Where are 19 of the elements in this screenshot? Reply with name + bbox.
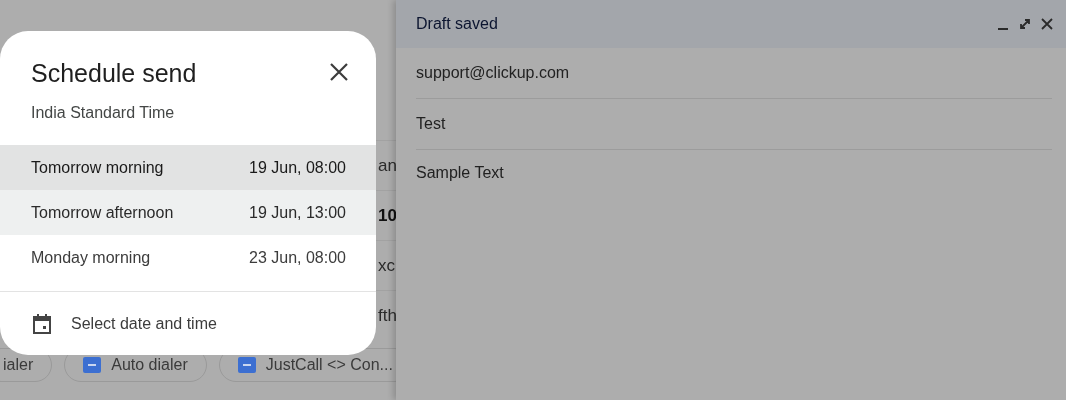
schedule-option[interactable]: Tomorrow morning 19 Jun, 08:00: [0, 145, 376, 190]
subject-field[interactable]: Test: [416, 115, 446, 133]
document-icon: [237, 357, 256, 373]
schedule-option[interactable]: Monday morning 23 Jun, 08:00: [0, 235, 376, 280]
email-snippet: xc: [378, 255, 395, 276]
close-icon[interactable]: [328, 61, 350, 83]
compose-title: Draft saved: [416, 15, 498, 33]
email-snippet: 10: [378, 205, 396, 226]
email-snippet: fth: [378, 305, 396, 326]
message-body[interactable]: Sample Text: [416, 150, 1052, 182]
email-snippet: an: [378, 155, 396, 176]
timezone-label: India Standard Time: [30, 103, 176, 122]
recipient-field[interactable]: support@clickup.com: [416, 64, 570, 82]
expand-icon[interactable]: [1018, 17, 1032, 31]
document-icon: [83, 357, 102, 373]
close-icon[interactable]: [1040, 17, 1054, 31]
dialog-title: Schedule send: [31, 59, 197, 88]
calendar-icon: [31, 313, 53, 335]
schedule-option[interactable]: Tomorrow afternoon 19 Jun, 13:00: [0, 190, 376, 235]
